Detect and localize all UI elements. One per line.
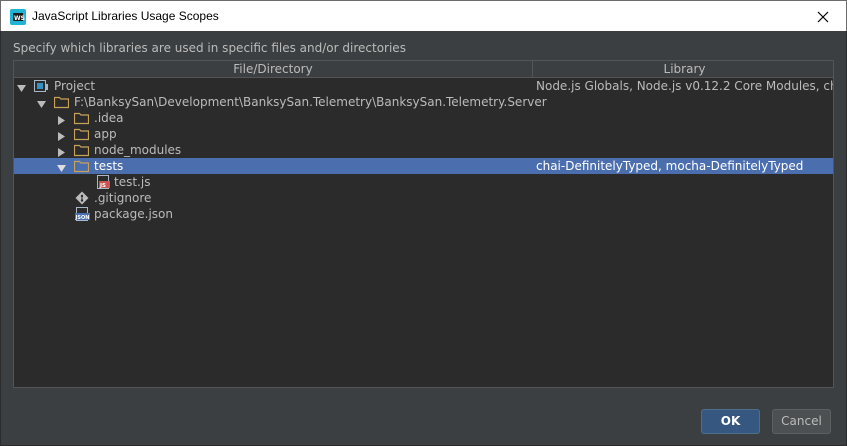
tree-item-label: .idea (94, 111, 124, 125)
window-title: JavaScript Libraries Usage Scopes (32, 9, 219, 23)
tree-row-idea[interactable]: .idea (14, 110, 833, 126)
tree-item-label: Project (54, 79, 96, 93)
folder-icon (73, 127, 90, 141)
table-header: File/Directory Library (14, 61, 833, 78)
tree-item-label: test.js (114, 175, 151, 189)
expanded-arrow-icon[interactable] (57, 162, 66, 172)
tree-item-label: app (94, 127, 117, 141)
folder-icon (73, 111, 90, 125)
tree-rows: Project Node.js Globals, Node.js v0.12.2… (14, 78, 833, 222)
tree-item-label: node_modules (94, 143, 182, 157)
svg-text:JSON: JSON (75, 215, 89, 221)
library-cell[interactable]: Node.js Globals, Node.js v0.12.2 Core Mo… (536, 78, 833, 94)
webstorm-logo-icon: WS (10, 9, 26, 25)
svg-text:JS: JS (99, 183, 106, 189)
project-icon (34, 79, 49, 93)
collapsed-arrow-icon[interactable] (57, 130, 66, 141)
scopes-table[interactable]: File/Directory Library Project Node.js G… (13, 60, 834, 388)
tree-row-test-js[interactable]: JS test.js (14, 174, 833, 190)
tree-row-package-json[interactable]: JSON package.json (14, 206, 833, 222)
close-icon[interactable] (817, 11, 829, 23)
close-button[interactable] (800, 1, 846, 32)
tree-row-root-folder[interactable]: F:\BanksySan\Development\BanksySan.Telem… (14, 94, 833, 110)
column-header-file-directory[interactable]: File/Directory (14, 61, 533, 77)
ok-button[interactable]: OK (701, 409, 760, 434)
expanded-arrow-icon[interactable] (17, 82, 26, 92)
svg-text:WS: WS (14, 15, 25, 22)
dialog-description: Specify which libraries are used in spec… (13, 41, 406, 55)
folder-icon (73, 159, 90, 173)
expanded-arrow-icon[interactable] (37, 98, 46, 108)
column-header-library[interactable]: Library (534, 61, 833, 77)
collapsed-arrow-icon[interactable] (57, 146, 66, 157)
folder-icon (53, 95, 70, 109)
tree-row-gitignore[interactable]: .gitignore (14, 190, 833, 206)
json-file-icon: JSON (75, 207, 90, 221)
tree-item-label: tests (94, 159, 124, 173)
folder-icon (73, 143, 90, 157)
tree-item-label: F:\BanksySan\Development\BanksySan.Telem… (74, 95, 547, 109)
tree-row-app[interactable]: app (14, 126, 833, 142)
cancel-button[interactable]: Cancel (772, 409, 831, 434)
git-ignore-icon (75, 191, 90, 205)
tree-row-node-modules[interactable]: node_modules (14, 142, 833, 158)
js-file-icon: JS (96, 175, 111, 189)
title-bar: WS JavaScript Libraries Usage Scopes (0, 0, 847, 31)
tree-item-label: package.json (94, 207, 174, 221)
tree-item-label: .gitignore (94, 191, 152, 205)
collapsed-arrow-icon[interactable] (57, 114, 66, 125)
tree-row-tests[interactable]: tests chai-DefinitelyTyped, mocha-Defini… (14, 158, 833, 174)
tree-row-project[interactable]: Project Node.js Globals, Node.js v0.12.2… (14, 78, 833, 94)
library-cell[interactable]: chai-DefinitelyTyped, mocha-DefinitelyTy… (536, 158, 833, 174)
